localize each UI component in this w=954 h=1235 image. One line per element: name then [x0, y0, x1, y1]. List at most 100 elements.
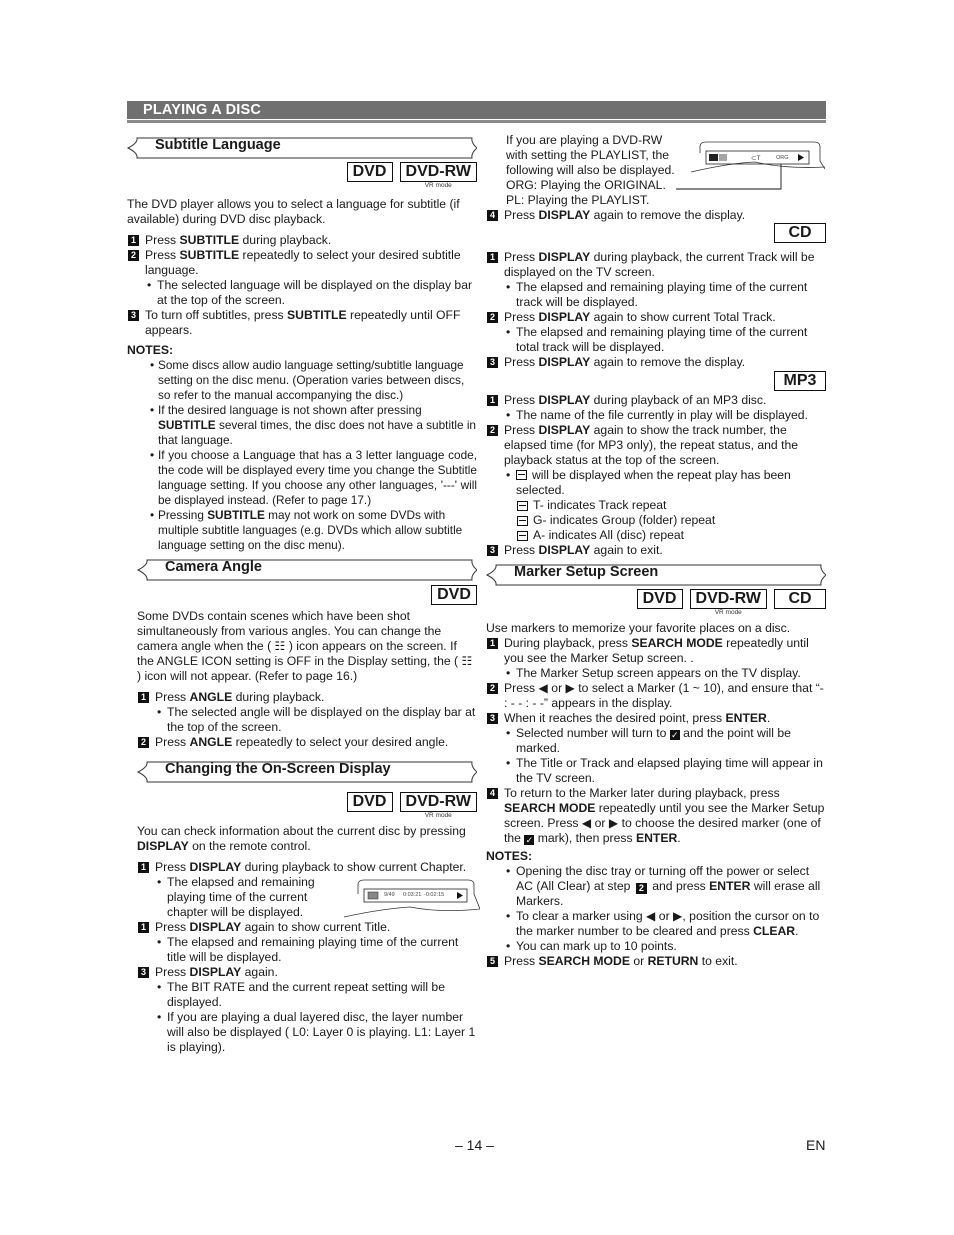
- badge-dvd: DVD: [346, 792, 393, 824]
- angle-intro: Some DVDs contain scenes which have been…: [137, 609, 473, 683]
- repeat-icon: [517, 515, 528, 526]
- camera-angle-heading: Camera Angle: [137, 559, 477, 581]
- step-number: 2: [635, 883, 647, 894]
- left-column: Subtitle Language DVD DVD-RW VR mode The …: [127, 137, 477, 553]
- cd-step: 1 Press DISPLAY during playback, the curr…: [486, 250, 826, 280]
- cd-step: 3 Press DISPLAY again to remove the displ…: [486, 355, 826, 370]
- tv-screen-outline: [676, 141, 826, 190]
- mp3-step: 1 Press DISPLAY during playback of an MP3…: [486, 393, 826, 408]
- display-intro: You can check information about the curr…: [137, 824, 466, 853]
- badge-dvd: DVD: [636, 589, 683, 621]
- step-number: 1: [487, 252, 498, 263]
- badge-mp3: MP3: [774, 371, 826, 393]
- bullet: • The BIT RATE and the current repeat set…: [157, 980, 445, 1009]
- notes-label: NOTES:: [486, 849, 533, 863]
- page-number: – 14 –: [455, 1137, 494, 1153]
- badge-dvd-rw: DVD-RW VR mode: [399, 792, 477, 824]
- step-number: 1: [138, 862, 149, 873]
- mp3-step: 2 Press DISPLAY again to show the track n…: [486, 423, 826, 468]
- subtitle-step: 1 Press SUBTITLE during playback.: [127, 233, 477, 248]
- step-number: 2: [128, 250, 139, 261]
- marker-step: 2 Press ◀ or ▶ to select a Marker (1 ~ 10…: [486, 681, 826, 711]
- display-step: 3 Press DISPLAY again.: [137, 965, 477, 980]
- cd-section: CD 1 Press DISPLAY during playback, the c…: [486, 223, 826, 370]
- marker-step: 3 When it reaches the desired point, pres…: [486, 711, 826, 726]
- heading-text: Subtitle Language: [155, 137, 281, 153]
- bullet: • The elapsed and remaining playing time …: [157, 935, 459, 964]
- step-number: 3: [138, 967, 149, 978]
- repeat-mode: T- indicates Track repeat: [486, 498, 826, 513]
- disc-type-badges: DVD: [137, 585, 477, 609]
- checkmark-icon: ✓: [524, 835, 535, 845]
- subtitle-notes: • Some discs allow audio language setting…: [127, 358, 477, 553]
- camera-angle-section: Camera Angle DVD Some DVDs contain scene…: [137, 559, 477, 750]
- subtitle-intro: The DVD player allows you to select a la…: [127, 197, 460, 226]
- bullet: • The Marker Setup screen appears on the …: [506, 666, 801, 680]
- osd-chapter-illustration: 9/49 0:03:21 -0:02:15: [340, 879, 481, 919]
- step-number: 4: [487, 788, 498, 799]
- section-header-band: PLAYING A DISC: [127, 101, 826, 119]
- marker-intro: Use markers to memorize your favorite pl…: [486, 621, 791, 635]
- osd-mode: ORG: [776, 155, 789, 161]
- disc-type-badges: DVD DVD-RW VR mode CD: [486, 589, 826, 621]
- subtitle-language-heading: Subtitle Language: [127, 137, 477, 159]
- bullet: • The elapsed and remaining playing time …: [157, 875, 315, 919]
- bullet: • The Title or Track and elapsed playing …: [506, 756, 823, 785]
- angle-step: 1 Press ANGLE during playback.: [137, 690, 477, 705]
- step-number: 2: [487, 312, 498, 323]
- badge-dvd: DVD: [431, 585, 477, 609]
- disc-type-badges: DVD DVD-RW VR mode: [137, 792, 477, 824]
- bullet: • The elapsed and remaining playing time …: [506, 280, 808, 309]
- display-step: 1 Press DISPLAY during playback to show c…: [137, 860, 477, 875]
- badge-cd: CD: [774, 589, 826, 621]
- display-step: 4 Press DISPLAY again to remove the displ…: [486, 208, 826, 223]
- note: • Pressing SUBTITLE may not work on some …: [150, 508, 463, 552]
- repeat-mode: G- indicates Group (folder) repeat: [486, 513, 826, 528]
- marker-step: 1 During playback, press SEARCH MODE repe…: [486, 636, 826, 666]
- step-number: 4: [487, 210, 498, 221]
- checkmark-icon: ✓: [669, 730, 680, 740]
- disc-type-badges: DVD DVD-RW VR mode: [127, 162, 477, 194]
- badge-dvd-rw: DVD-RW VR mode: [399, 162, 477, 194]
- note: • Some discs allow audio language setting…: [150, 358, 465, 402]
- notes-label: NOTES:: [127, 343, 174, 357]
- repeat-mode: A- indicates All (disc) repeat: [486, 528, 826, 543]
- disc-type-badges: CD: [486, 223, 826, 245]
- step-number: 3: [487, 545, 498, 556]
- osd-repeat: ⊂T: [751, 155, 761, 162]
- language-code: EN: [806, 1137, 826, 1153]
- cd-step: 2 Press DISPLAY again to show current Tot…: [486, 310, 826, 325]
- tv-screen-outline: [343, 879, 481, 918]
- step-number: 3: [487, 713, 498, 724]
- osd-remaining: -0:02:15: [424, 892, 445, 898]
- bullet: • The elapsed and remaining playing time …: [506, 325, 808, 354]
- bullet: • will be displayed when the repeat play …: [506, 468, 791, 497]
- marker-step: 5 Press SEARCH MODE or RETURN to exit.: [486, 954, 826, 969]
- step-number: 5: [487, 956, 498, 967]
- repeat-icon: [517, 500, 528, 511]
- step-number: 3: [487, 357, 498, 368]
- step-number: 1: [138, 692, 149, 703]
- step-number: 1: [487, 638, 498, 649]
- osd-playlist-illustration: ⊂T ORG: [675, 139, 826, 194]
- marker-section: Marker Setup Screen DVD DVD-RW VR mode CD…: [486, 564, 826, 969]
- repeat-icon: [516, 470, 527, 480]
- marker-heading: Marker Setup Screen: [486, 564, 826, 586]
- marker-step: 4 To return to the Marker later during pl…: [486, 786, 826, 846]
- step-number: 2: [487, 683, 498, 694]
- step-number: 1: [128, 235, 139, 246]
- step-number: 3: [128, 310, 139, 321]
- angle-step: 2 Press ANGLE repeatedly to select your d…: [137, 735, 477, 750]
- section-title: PLAYING A DISC: [143, 102, 262, 118]
- mp3-section: MP3 1 Press DISPLAY during playback of an…: [486, 371, 826, 558]
- badge-dvd-rw: DVD-RW VR mode: [689, 589, 767, 621]
- badge-dvd: DVD: [346, 162, 393, 194]
- disc-type-badges: MP3: [486, 371, 826, 393]
- osd-elapsed: 0:03:21: [403, 892, 422, 898]
- note: • If the desired language is not shown af…: [150, 403, 476, 447]
- repeat-icon: [517, 530, 528, 541]
- bullet: • The selected angle will be displayed on…: [157, 705, 476, 734]
- subtitle-step: 3 To turn off subtitles, press SUBTITLE r…: [127, 308, 477, 338]
- bullet: • The name of the file currently in play …: [506, 408, 808, 422]
- step-number: 2: [487, 425, 498, 436]
